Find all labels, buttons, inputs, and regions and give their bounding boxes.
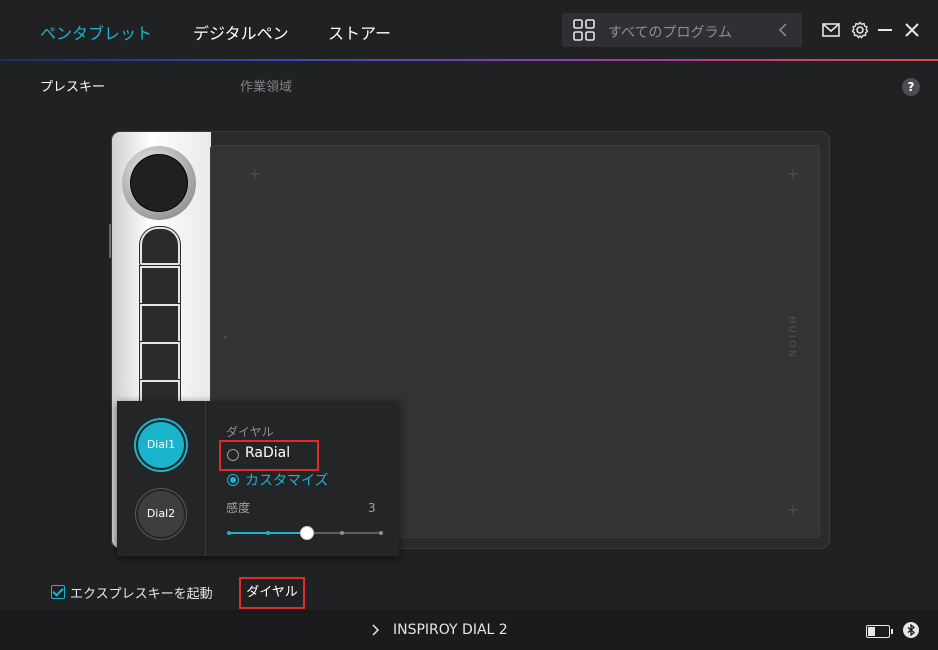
header-accent-line [0, 59, 938, 61]
chevron-left-icon[interactable] [778, 23, 788, 37]
tablet-dial-center [131, 155, 187, 211]
dial-tag-button[interactable]: ダイヤル [239, 577, 305, 609]
gear-icon[interactable] [850, 20, 870, 40]
express-key-1[interactable] [140, 227, 180, 265]
slider-tick [379, 531, 383, 535]
program-search[interactable]: すべてのプログラム [562, 13, 802, 47]
app-header: ペンタブレット デジタルペン ストアー すべてのプログラム [0, 0, 938, 60]
express-key-4[interactable] [140, 342, 180, 382]
device-footer: INSPIROY DIAL 2 [0, 610, 938, 650]
subtab-press-keys[interactable]: プレスキー [40, 76, 105, 95]
minimize-icon[interactable] [875, 20, 895, 40]
radial-option-label[interactable]: RaDial [245, 445, 290, 461]
dial1-button[interactable]: Dial1 [138, 422, 184, 468]
dial-settings-popup: Dial1 Dial2 ダイヤル RaDial カスタマイズ 感度 3 [117, 401, 399, 556]
slider-tick [266, 531, 270, 535]
tab-pen-tablet[interactable]: ペンタブレット [40, 20, 152, 44]
indicator-dot [224, 336, 227, 339]
express-key-3[interactable] [140, 304, 180, 344]
close-icon[interactable] [902, 20, 922, 40]
dial2-button[interactable]: Dial2 [138, 491, 184, 537]
popup-divider [205, 401, 206, 556]
bluetooth-icon [903, 622, 919, 638]
battery-icon [866, 625, 893, 638]
customize-option-label[interactable]: カスタマイズ [245, 470, 329, 490]
tab-digital-pen[interactable]: デジタルペン [193, 20, 289, 44]
enable-express-keys-label[interactable]: エクスプレスキーを起動 [70, 583, 213, 602]
search-placeholder[interactable]: すべてのプログラム [608, 22, 732, 42]
corner-mark-icon: + [248, 164, 262, 183]
dial-section-title: ダイヤル [226, 425, 274, 439]
mail-icon[interactable] [821, 20, 841, 40]
grid-icon[interactable] [573, 19, 595, 41]
sensitivity-label: 感度 [226, 501, 251, 515]
sensitivity-value: 3 [368, 501, 376, 515]
subtab-work-area[interactable]: 作業領域 [240, 76, 292, 95]
corner-mark-icon: + [786, 500, 800, 519]
radial-radio[interactable] [227, 449, 239, 461]
device-name[interactable]: INSPIROY DIAL 2 [393, 622, 508, 638]
tablet-brand-logo: HUION [786, 316, 797, 360]
slider-tick [340, 531, 344, 535]
sensitivity-slider-thumb[interactable] [300, 526, 314, 540]
corner-mark-icon: + [786, 164, 800, 183]
chevron-right-icon[interactable] [372, 624, 380, 636]
slider-tick [227, 531, 231, 535]
tab-store[interactable]: ストアー [328, 20, 391, 44]
help-icon[interactable]: ? [902, 78, 920, 96]
express-key-2[interactable] [140, 266, 180, 306]
enable-express-keys-checkbox[interactable] [51, 585, 65, 599]
customize-radio[interactable] [227, 474, 239, 486]
